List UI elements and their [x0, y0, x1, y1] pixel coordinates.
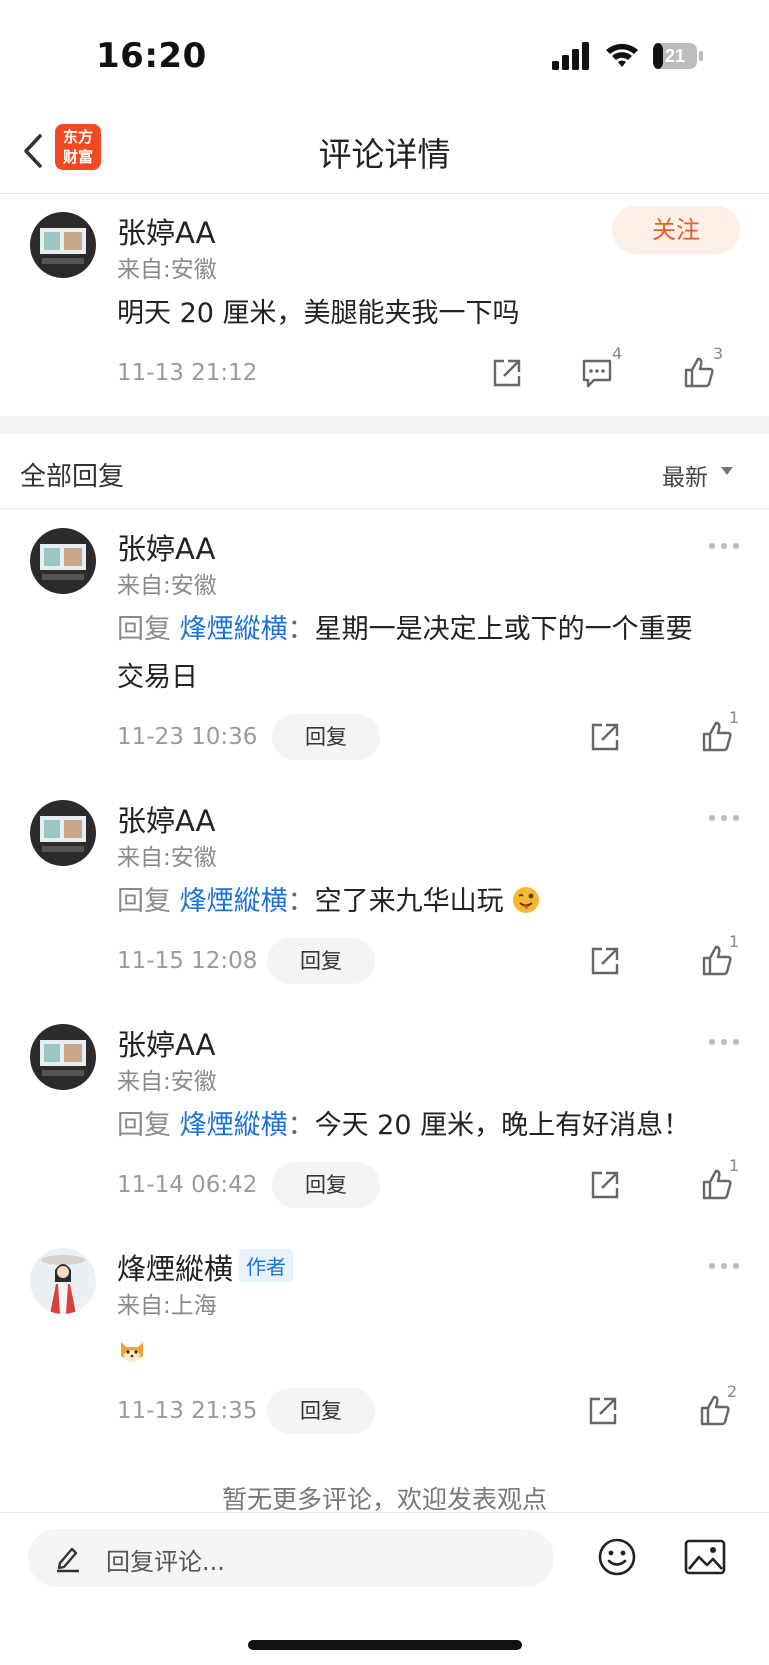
section-divider	[0, 416, 769, 434]
reply-author-location: 来自:上海	[117, 1293, 217, 1319]
reply-mention[interactable]: 烽煙縱横	[180, 614, 288, 645]
reply-button[interactable]: 回复	[272, 714, 380, 760]
like-icon[interactable]	[682, 356, 716, 390]
pencil-icon	[57, 1547, 79, 1573]
reply-time: 11-14 06:42	[117, 1172, 258, 1198]
reply-button[interactable]: 回复	[267, 938, 375, 984]
reply-text: 回复 烽煙縱横：星期一是决定上或下的一个重要	[117, 606, 693, 654]
reply-author-name: 烽煙縱横 作者	[117, 1246, 294, 1288]
status-bar: 16:20 21	[0, 0, 769, 110]
reply-colon: ：	[287, 886, 315, 917]
reply-time: 11-23 10:36	[117, 724, 258, 750]
emoji-icon[interactable]	[597, 1537, 637, 1577]
avatar[interactable]	[30, 212, 96, 278]
reply-author-location: 来自:安徽	[117, 845, 217, 871]
cellular-signal-icon	[552, 42, 589, 70]
cat-emoji	[121, 1342, 143, 1362]
reply-author-name[interactable]: 张婷AA	[117, 1022, 215, 1064]
reply-body: 空了来九华山玩	[314, 886, 504, 917]
image-icon[interactable]	[684, 1539, 726, 1575]
share-icon[interactable]	[588, 720, 622, 754]
like-count: 1	[729, 932, 740, 951]
sort-dropdown[interactable]: 最新	[662, 458, 708, 492]
comment-icon[interactable]	[580, 356, 614, 390]
status-time: 16:20	[96, 36, 207, 76]
reply-mention[interactable]: 烽煙縱横	[180, 1110, 288, 1141]
reply-text: 回复 烽煙縱横：空了来九华山玩	[117, 878, 540, 926]
share-icon[interactable]	[586, 1394, 620, 1428]
reply-colon: ：	[287, 614, 315, 645]
reply-author-location: 来自:安徽	[117, 573, 217, 599]
reply-time: 11-15 12:08	[117, 948, 258, 974]
reply-input-placeholder: 回复评论...	[106, 1548, 225, 1576]
battery-icon: 21	[652, 42, 704, 70]
battery-level: 21	[665, 46, 685, 66]
reply-prefix: 回复	[117, 1110, 171, 1141]
reply-prefix: 回复	[117, 886, 171, 917]
reply-input[interactable]: 回复评论...	[28, 1529, 554, 1587]
avatar[interactable]	[30, 1024, 96, 1090]
home-indicator[interactable]	[248, 1640, 522, 1650]
reply-body: 星期一是决定上或下的一个重要	[314, 614, 693, 645]
wifi-icon	[606, 43, 638, 67]
reply-button[interactable]: 回复	[272, 1162, 380, 1208]
page-title: 评论详情	[318, 135, 451, 174]
replies-section-title: 全部回复	[20, 462, 125, 492]
chevron-down-icon[interactable]	[720, 466, 734, 476]
comment-count: 4	[612, 344, 623, 363]
nav-bar: 东方 财富 评论详情	[0, 110, 769, 194]
share-icon[interactable]	[588, 944, 622, 978]
author-badge: 作者	[239, 1249, 294, 1282]
reply-body: 今天 20 厘米，晚上有好消息！	[314, 1110, 691, 1141]
avatar[interactable]	[30, 1248, 96, 1314]
share-icon[interactable]	[490, 356, 524, 390]
reply-author-location: 来自:安徽	[117, 1069, 217, 1095]
comment-text: 明天 20 厘米，美腿能夹我一下吗	[117, 298, 520, 329]
reply-author-name[interactable]: 张婷AA	[117, 526, 215, 568]
like-count: 1	[729, 1156, 740, 1175]
reply-prefix: 回复	[117, 614, 171, 645]
reply-colon: ：	[287, 1110, 315, 1141]
follow-button[interactable]: 关注	[612, 206, 740, 254]
reply-time: 11-13 21:35	[117, 1398, 258, 1424]
reply-text-continued: 交易日	[117, 662, 198, 693]
more-options-icon[interactable]	[708, 1262, 740, 1270]
header-divider	[0, 508, 769, 509]
like-count: 1	[729, 708, 740, 727]
like-count: 2	[727, 1382, 738, 1401]
like-count: 3	[713, 344, 724, 363]
reply-button[interactable]: 回复	[267, 1388, 375, 1434]
more-options-icon[interactable]	[708, 542, 740, 550]
avatar[interactable]	[30, 528, 96, 594]
reply-text: 回复 烽煙縱横：今天 20 厘米，晚上有好消息！	[117, 1102, 690, 1150]
comment-author-name[interactable]: 张婷AA	[117, 210, 215, 252]
reply-author-name[interactable]: 张婷AA	[117, 798, 215, 840]
winking-tongue-emoji	[513, 887, 540, 913]
comment-author-location: 来自:安徽	[117, 257, 217, 283]
no-more-comments-note: 暂无更多评论，欢迎发表观点	[221, 1485, 547, 1514]
more-options-icon[interactable]	[708, 1038, 740, 1046]
comment-time: 11-13 21:12	[117, 360, 258, 386]
author-name[interactable]: 烽煙縱横	[117, 1252, 233, 1286]
more-options-icon[interactable]	[708, 814, 740, 822]
share-icon[interactable]	[588, 1168, 622, 1202]
reply-mention[interactable]: 烽煙縱横	[180, 886, 288, 917]
avatar[interactable]	[30, 800, 96, 866]
